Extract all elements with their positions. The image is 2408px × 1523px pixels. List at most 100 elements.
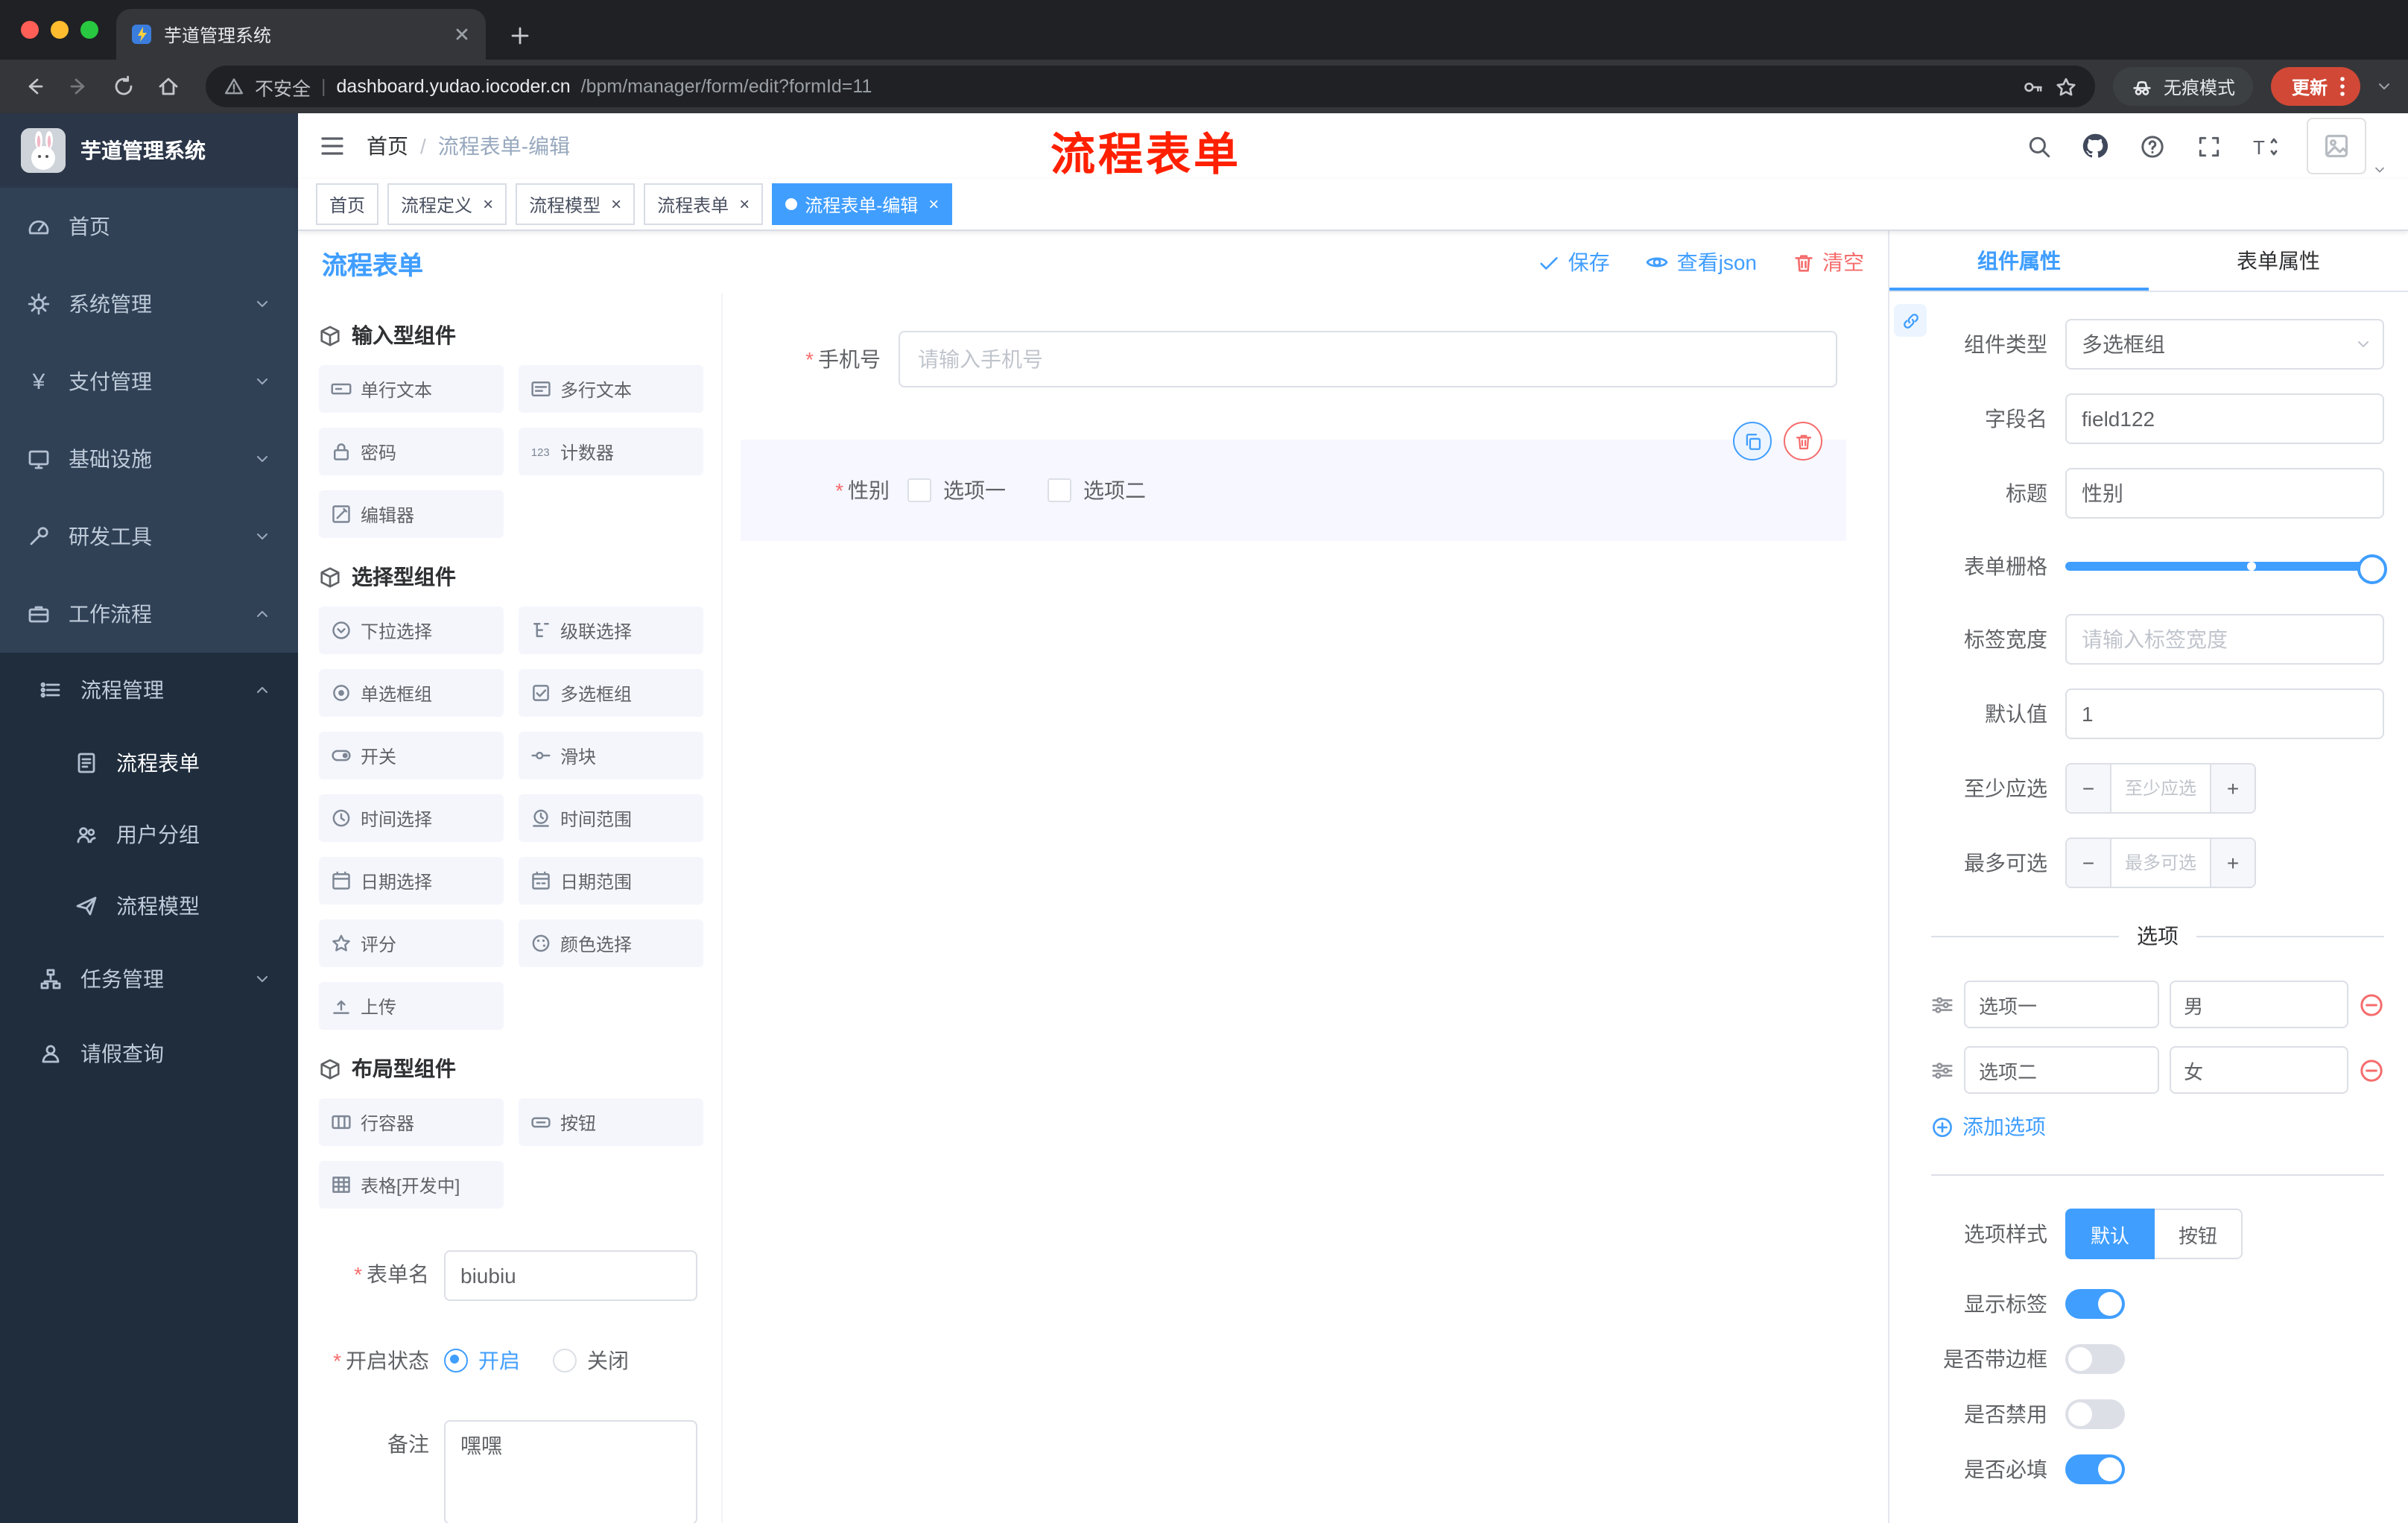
palette-item-multi-line[interactable]: 多行文本 [519,365,703,413]
view-json-button[interactable]: 查看json [1646,247,1757,277]
sidebar-item-workflow[interactable]: 工作流程 [0,575,298,653]
style-default-button[interactable]: 默认 [2065,1209,2155,1259]
increase-button[interactable]: + [2210,839,2255,887]
tab-close-icon[interactable] [453,25,471,43]
form-remark-input[interactable]: 嘿嘿 [444,1420,697,1523]
tag-process-form[interactable]: 流程表单 × [644,183,764,225]
update-button[interactable]: 更新 [2270,67,2360,106]
toolbar-chevron-icon[interactable] [2375,77,2393,95]
palette-item-slider[interactable]: 滑块 [519,732,703,779]
minimize-window-button[interactable] [51,21,69,39]
sidebar-item-infra[interactable]: 基础设施 [0,420,298,498]
palette-item-select[interactable]: 下拉选择 [319,607,504,654]
grid-slider[interactable] [2065,542,2387,590]
border-switch[interactable] [2065,1344,2125,1374]
github-icon[interactable] [2080,131,2110,161]
forward-icon[interactable] [60,67,98,106]
palette-item-rate[interactable]: 评分 [319,919,504,967]
reload-icon[interactable] [104,67,143,106]
default-value-input[interactable] [2065,688,2384,739]
field-phone[interactable]: 手机号 [741,317,1846,401]
back-icon[interactable] [15,67,54,106]
tag-process-definition[interactable]: 流程定义 × [387,183,507,225]
font-size-icon[interactable]: T [2250,131,2280,161]
checkbox-option-2[interactable]: 选项二 [1048,475,1146,505]
close-window-button[interactable] [21,21,39,39]
palette-item-password[interactable]: 密码 [319,428,504,475]
delete-icon[interactable] [1784,422,1822,460]
palette-item-counter[interactable]: 123 计数器 [519,428,703,475]
tag-process-model[interactable]: 流程模型 × [516,183,636,225]
sidebar-item-user-group[interactable]: 用户分组 [0,799,298,870]
slider-handle[interactable] [2357,554,2387,584]
checkbox-option-1[interactable]: 选项一 [907,475,1006,505]
style-button-button[interactable]: 按钮 [2155,1209,2243,1259]
show-label-switch[interactable] [2065,1289,2125,1319]
sidebar-item-payment[interactable]: ¥ 支付管理 [0,343,298,420]
sidebar-item-process-form[interactable]: 流程表单 [0,727,298,799]
required-switch[interactable] [2065,1454,2125,1484]
breadcrumb-home[interactable]: 首页 [367,131,408,161]
copy-icon[interactable] [1733,422,1772,460]
palette-item-time-picker[interactable]: 时间选择 [319,794,504,842]
key-icon[interactable] [2022,75,2044,98]
form-name-input[interactable] [444,1250,697,1301]
option-value-input[interactable] [2169,1046,2348,1094]
remove-option-icon[interactable] [2359,1057,2384,1083]
sidebar-item-task-management[interactable]: 任务管理 [0,942,298,1016]
save-button[interactable]: 保存 [1539,247,1610,277]
close-icon[interactable]: × [739,195,750,213]
fullscreen-icon[interactable] [2193,131,2223,161]
field-name-input[interactable] [2065,393,2384,444]
label-width-input[interactable] [2065,614,2384,665]
close-icon[interactable]: × [928,195,939,213]
home-icon[interactable] [149,67,188,106]
decrease-button[interactable]: − [2067,839,2111,887]
tag-home[interactable]: 首页 [316,183,379,225]
disabled-switch[interactable] [2065,1399,2125,1429]
close-icon[interactable]: × [611,195,621,213]
browser-menu-icon[interactable] [2339,76,2345,97]
clear-button[interactable]: 清空 [1793,247,1864,277]
address-bar[interactable]: 不安全 | dashboard.yudao.iocoder.cn/bpm/man… [206,66,2095,107]
option-name-input[interactable] [1964,1046,2159,1094]
increase-button[interactable]: + [2210,764,2255,812]
drag-handle-icon[interactable] [1931,1059,1954,1081]
bookmark-star-icon[interactable] [2055,75,2077,98]
title-input[interactable] [2065,468,2384,519]
palette-item-row-container[interactable]: 行容器 [319,1098,504,1146]
palette-item-button[interactable]: 按钮 [519,1098,703,1146]
sidebar-item-home[interactable]: 首页 [0,188,298,265]
option-value-input[interactable] [2169,981,2348,1028]
tag-process-form-edit[interactable]: 流程表单-编辑 × [772,183,953,225]
sidebar-item-leave-query[interactable]: 请假查询 [0,1016,298,1091]
palette-item-date-picker[interactable]: 日期选择 [319,857,504,905]
palette-item-radio-group[interactable]: 单选框组 [319,669,504,717]
component-type-select[interactable]: 多选框组 [2065,319,2384,370]
palette-item-switch[interactable]: 开关 [319,732,504,779]
help-icon[interactable] [2137,131,2167,161]
tab-form-props[interactable]: 表单属性 [2149,231,2408,291]
max-select-input[interactable] [2111,839,2210,887]
decrease-button[interactable]: − [2067,764,2111,812]
url-path[interactable]: /bpm/manager/form/edit?formId=11 [581,76,872,97]
link-icon[interactable] [1894,304,1927,337]
sidebar-item-process-model[interactable]: 流程模型 [0,870,298,942]
radio-open[interactable]: 开启 [444,1337,520,1384]
zoom-window-button[interactable] [80,21,98,39]
palette-item-upload[interactable]: 上传 [319,982,504,1030]
phone-input[interactable] [899,331,1837,387]
field-gender-selected[interactable]: 性别 选项一 选项二 [741,422,1846,541]
add-option-button[interactable]: 添加选项 [1931,1112,2384,1142]
search-icon[interactable] [2024,131,2053,161]
new-tab-button[interactable] [510,25,530,46]
radio-closed[interactable]: 关闭 [553,1337,629,1384]
palette-item-date-range[interactable]: 日期范围 [519,857,703,905]
drag-handle-icon[interactable] [1931,993,1954,1016]
avatar-menu[interactable] [2307,118,2387,174]
palette-item-editor[interactable]: 编辑器 [319,490,504,538]
sidebar-item-process-management[interactable]: 流程管理 [0,653,298,727]
url-host[interactable]: dashboard.yudao.iocoder.cn [337,76,571,97]
hamburger-icon[interactable] [319,133,346,159]
min-select-input[interactable] [2111,764,2210,812]
